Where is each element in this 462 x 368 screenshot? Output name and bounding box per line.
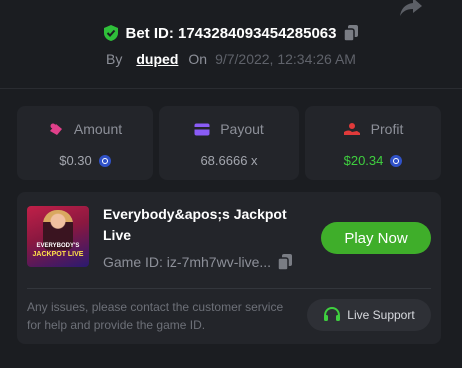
game-thumbnail[interactable]: EVERYBODY'S JACKPOT LIVE: [27, 206, 89, 267]
game-card: EVERYBODY'S JACKPOT LIVE Everybody&apos;…: [17, 192, 441, 344]
stat-label: Payout: [220, 121, 264, 137]
bet-id-row: Bet ID: 1743284093454285063: [0, 24, 462, 42]
bet-id: Bet ID: 1743284093454285063: [125, 24, 337, 42]
by-label: By: [106, 51, 123, 67]
username-link[interactable]: duped: [136, 51, 178, 67]
live-support-label: Live Support: [347, 308, 415, 322]
copy-icon[interactable]: [342, 24, 359, 42]
thumb-line1: EVERYBODY'S: [36, 243, 80, 249]
copy-icon[interactable]: [277, 253, 293, 271]
card-divider: [27, 288, 431, 289]
bet-date: 9/7/2022, 12:34:26 AM: [215, 51, 356, 67]
stat-label: Amount: [73, 121, 123, 137]
bet-stats: Amount $0.30 Payout 68.6666 x Profit $20…: [17, 106, 441, 180]
stat-profit: Profit $20.34: [305, 106, 441, 180]
stat-value: 68.6666 x: [200, 153, 258, 168]
share-icon[interactable]: [398, 0, 424, 18]
card-icon: [194, 123, 210, 135]
bet-chip-icon: [49, 123, 62, 135]
hand-coin-icon: [343, 123, 360, 135]
shield-check-icon: [104, 25, 119, 41]
game-id: Game ID: iz-7mh7wv-live...: [103, 254, 272, 270]
stat-amount: Amount $0.30: [17, 106, 153, 180]
header-divider: [0, 88, 462, 89]
coin-icon: [390, 154, 403, 167]
bet-meta-row: By duped On 9/7/2022, 12:34:26 AM: [0, 51, 462, 67]
play-now-button[interactable]: Play Now: [321, 222, 431, 254]
stat-label: Profit: [370, 121, 404, 137]
on-label: On: [188, 51, 208, 67]
thumb-line2: JACKPOT LIVE: [32, 251, 84, 258]
coin-icon: [98, 154, 111, 167]
game-id-row: Game ID: iz-7mh7wv-live...: [103, 253, 293, 271]
stat-payout: Payout 68.6666 x: [159, 106, 299, 180]
stat-value: $0.30: [59, 153, 92, 168]
live-support-button[interactable]: Live Support: [307, 299, 431, 331]
game-title[interactable]: Everybody&apos;s Jackpot Live: [103, 204, 313, 246]
stat-value: $20.34: [343, 153, 384, 168]
headset-icon: [324, 306, 341, 321]
support-notice: Any issues, please contact the customer …: [27, 300, 284, 332]
